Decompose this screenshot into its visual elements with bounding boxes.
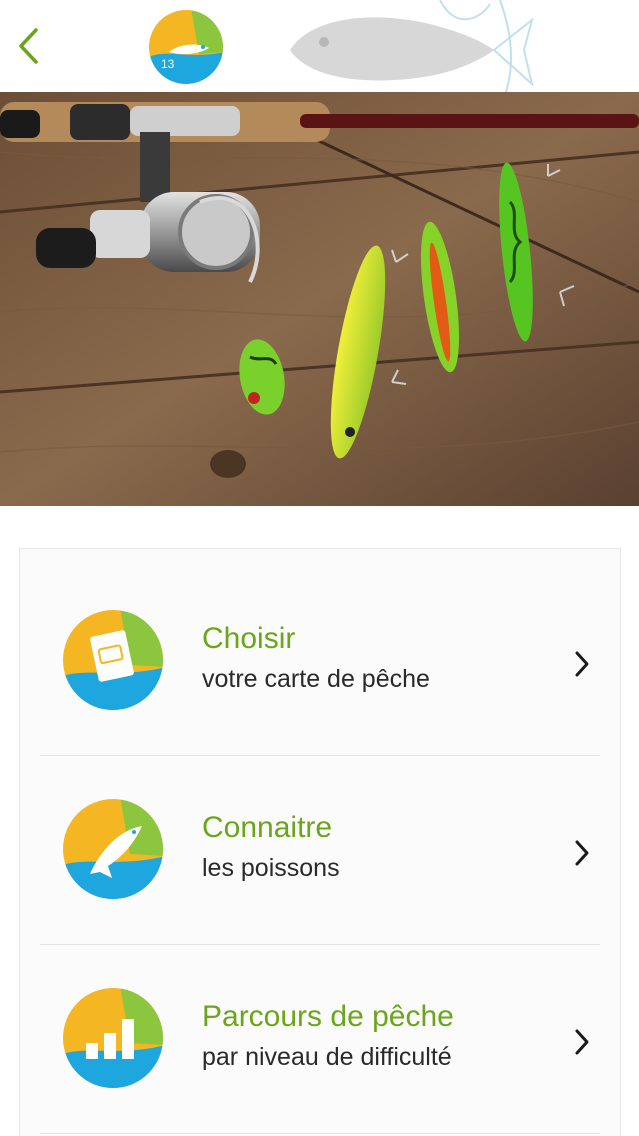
hero-image xyxy=(0,92,639,506)
decorative-fish-illustration xyxy=(290,0,534,92)
fishing-rod-and-lures-photo xyxy=(0,92,639,506)
menu-item-connaitre[interactable]: Connaitre les poissons xyxy=(20,738,620,926)
divider xyxy=(40,1133,600,1134)
menu-item-subtitle: par niveau de difficulté xyxy=(202,1043,452,1071)
menu-item-text: Parcours de pêche par niveau de difficul… xyxy=(202,999,454,1073)
menu-item-subtitle: les poissons xyxy=(202,854,340,882)
menu-item-text: Connaitre les poissons xyxy=(202,810,340,884)
chevron-left-icon xyxy=(19,28,38,64)
chevron-right-icon xyxy=(575,651,589,677)
difficulty-bars-icon xyxy=(63,988,163,1088)
svg-text:13: 13 xyxy=(161,57,175,71)
back-button[interactable] xyxy=(8,22,48,70)
jumping-fish-icon xyxy=(63,799,163,899)
menu-item-subtitle: votre carte de pêche xyxy=(202,665,430,693)
app-logo: 13 xyxy=(149,10,223,84)
menu-item-choisir[interactable]: Choisir votre carte de pêche xyxy=(20,549,620,737)
menu-item-title: Parcours de pêche xyxy=(202,1000,454,1033)
chevron-right-icon xyxy=(575,1029,589,1055)
menu-item-title: Choisir xyxy=(202,622,296,655)
chevron-right-icon xyxy=(575,840,589,866)
menu-item-text: Choisir votre carte de pêche xyxy=(202,621,430,695)
menu-item-parcours[interactable]: Parcours de pêche par niveau de difficul… xyxy=(20,927,620,1115)
header-bar: 13 xyxy=(0,0,639,92)
menu-item-title: Connaitre xyxy=(202,811,333,844)
fishing-card-icon xyxy=(63,610,163,710)
menu-list: Choisir votre carte de pêche Connaitre l… xyxy=(19,548,621,1136)
app-screen: 13 Choisir votre carte de pêche Connaitr… xyxy=(0,0,639,1136)
